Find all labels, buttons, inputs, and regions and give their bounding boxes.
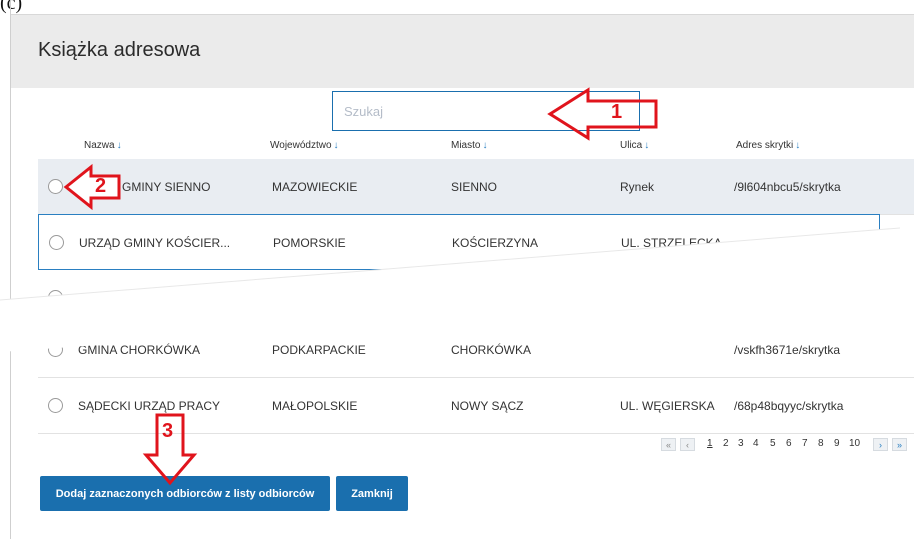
callout-number-1: 1 [611,101,623,123]
callout-number-2: 2 [95,175,107,197]
callout-arrows [63,87,658,486]
callout-number-3: 3 [162,420,174,442]
callout-arrow-2-icon [63,163,121,211]
callout-arrow-1-icon [547,87,658,141]
